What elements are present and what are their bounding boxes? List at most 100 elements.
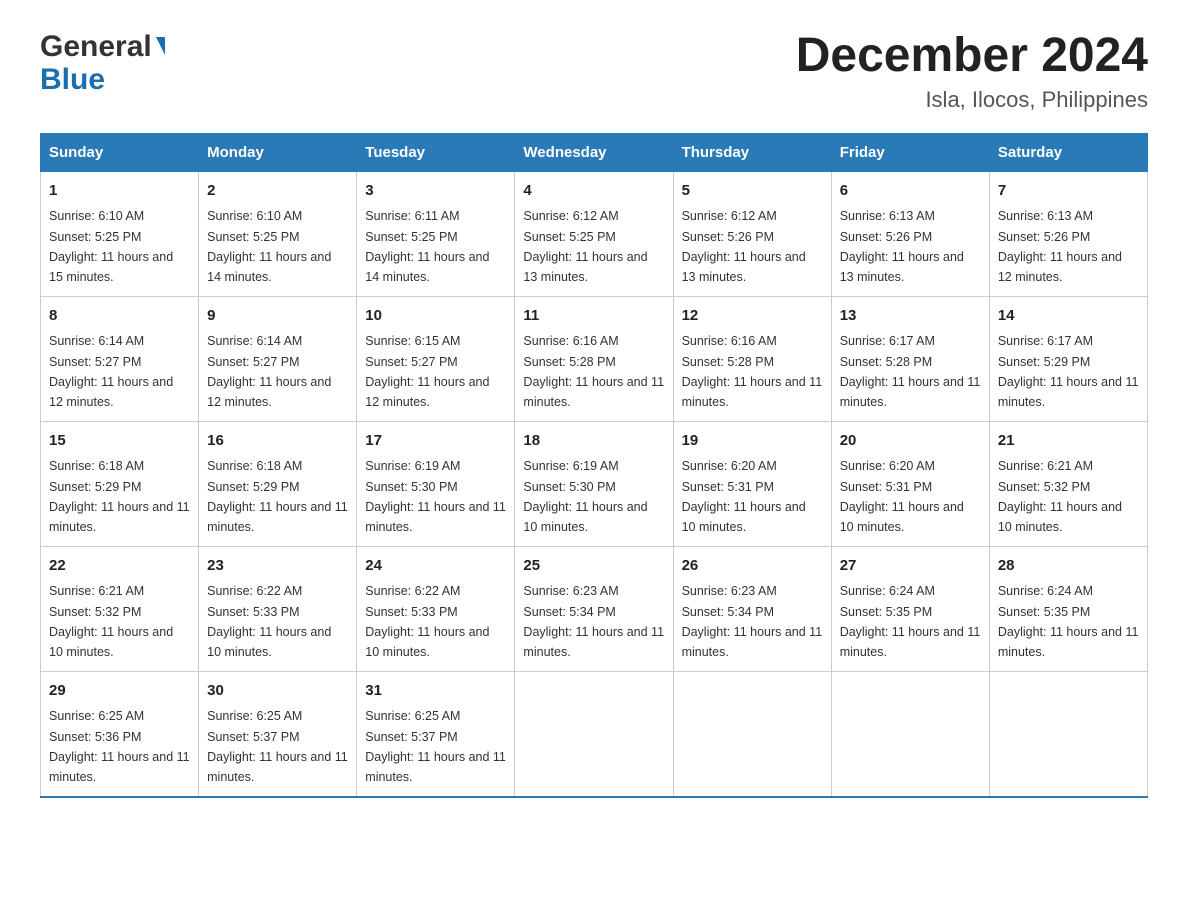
cell-info: Sunrise: 6:13 AMSunset: 5:26 PMDaylight:… [840, 209, 964, 284]
day-number: 8 [49, 305, 190, 328]
day-number: 23 [207, 555, 348, 578]
day-number: 11 [523, 305, 664, 328]
calendar-cell: 23 Sunrise: 6:22 AMSunset: 5:33 PMDaylig… [199, 546, 357, 671]
calendar-cell: 31 Sunrise: 6:25 AMSunset: 5:37 PMDaylig… [357, 671, 515, 797]
calendar-cell: 20 Sunrise: 6:20 AMSunset: 5:31 PMDaylig… [831, 421, 989, 546]
day-number: 29 [49, 680, 190, 703]
calendar-cell: 27 Sunrise: 6:24 AMSunset: 5:35 PMDaylig… [831, 546, 989, 671]
day-number: 20 [840, 430, 981, 453]
calendar-cell: 24 Sunrise: 6:22 AMSunset: 5:33 PMDaylig… [357, 546, 515, 671]
day-number: 25 [523, 555, 664, 578]
calendar-cell: 21 Sunrise: 6:21 AMSunset: 5:32 PMDaylig… [989, 421, 1147, 546]
cell-info: Sunrise: 6:17 AMSunset: 5:29 PMDaylight:… [998, 334, 1139, 409]
calendar-cell: 14 Sunrise: 6:17 AMSunset: 5:29 PMDaylig… [989, 296, 1147, 421]
day-number: 13 [840, 305, 981, 328]
calendar-table: SundayMondayTuesdayWednesdayThursdayFrid… [40, 133, 1148, 798]
month-year-title: December 2024 [796, 30, 1148, 83]
calendar-cell: 2 Sunrise: 6:10 AMSunset: 5:25 PMDayligh… [199, 171, 357, 296]
calendar-header-friday: Friday [831, 133, 989, 171]
calendar-cell: 11 Sunrise: 6:16 AMSunset: 5:28 PMDaylig… [515, 296, 673, 421]
cell-info: Sunrise: 6:24 AMSunset: 5:35 PMDaylight:… [840, 584, 981, 659]
calendar-week-row: 15 Sunrise: 6:18 AMSunset: 5:29 PMDaylig… [41, 421, 1148, 546]
day-number: 15 [49, 430, 190, 453]
cell-info: Sunrise: 6:22 AMSunset: 5:33 PMDaylight:… [365, 584, 489, 659]
day-number: 19 [682, 430, 823, 453]
cell-info: Sunrise: 6:21 AMSunset: 5:32 PMDaylight:… [998, 459, 1122, 534]
cell-info: Sunrise: 6:25 AMSunset: 5:36 PMDaylight:… [49, 709, 190, 784]
cell-info: Sunrise: 6:14 AMSunset: 5:27 PMDaylight:… [49, 334, 173, 409]
calendar-cell: 9 Sunrise: 6:14 AMSunset: 5:27 PMDayligh… [199, 296, 357, 421]
day-number: 4 [523, 180, 664, 203]
day-number: 5 [682, 180, 823, 203]
calendar-cell: 28 Sunrise: 6:24 AMSunset: 5:35 PMDaylig… [989, 546, 1147, 671]
cell-info: Sunrise: 6:11 AMSunset: 5:25 PMDaylight:… [365, 209, 489, 284]
cell-info: Sunrise: 6:23 AMSunset: 5:34 PMDaylight:… [682, 584, 823, 659]
cell-info: Sunrise: 6:17 AMSunset: 5:28 PMDaylight:… [840, 334, 981, 409]
page-header: General Blue December 2024 Isla, Ilocos,… [40, 30, 1148, 113]
calendar-cell: 3 Sunrise: 6:11 AMSunset: 5:25 PMDayligh… [357, 171, 515, 296]
cell-info: Sunrise: 6:10 AMSunset: 5:25 PMDaylight:… [49, 209, 173, 284]
day-number: 26 [682, 555, 823, 578]
calendar-cell: 4 Sunrise: 6:12 AMSunset: 5:25 PMDayligh… [515, 171, 673, 296]
day-number: 12 [682, 305, 823, 328]
cell-info: Sunrise: 6:10 AMSunset: 5:25 PMDaylight:… [207, 209, 331, 284]
day-number: 22 [49, 555, 190, 578]
calendar-week-row: 29 Sunrise: 6:25 AMSunset: 5:36 PMDaylig… [41, 671, 1148, 797]
cell-info: Sunrise: 6:15 AMSunset: 5:27 PMDaylight:… [365, 334, 489, 409]
calendar-cell [831, 671, 989, 797]
cell-info: Sunrise: 6:23 AMSunset: 5:34 PMDaylight:… [523, 584, 664, 659]
cell-info: Sunrise: 6:19 AMSunset: 5:30 PMDaylight:… [365, 459, 506, 534]
calendar-cell: 8 Sunrise: 6:14 AMSunset: 5:27 PMDayligh… [41, 296, 199, 421]
day-number: 1 [49, 180, 190, 203]
day-number: 31 [365, 680, 506, 703]
calendar-cell: 15 Sunrise: 6:18 AMSunset: 5:29 PMDaylig… [41, 421, 199, 546]
calendar-cell: 6 Sunrise: 6:13 AMSunset: 5:26 PMDayligh… [831, 171, 989, 296]
calendar-cell: 30 Sunrise: 6:25 AMSunset: 5:37 PMDaylig… [199, 671, 357, 797]
logo-general-text: General [40, 30, 152, 65]
day-number: 2 [207, 180, 348, 203]
cell-info: Sunrise: 6:19 AMSunset: 5:30 PMDaylight:… [523, 459, 647, 534]
calendar-cell: 18 Sunrise: 6:19 AMSunset: 5:30 PMDaylig… [515, 421, 673, 546]
day-number: 30 [207, 680, 348, 703]
day-number: 14 [998, 305, 1139, 328]
calendar-header-monday: Monday [199, 133, 357, 171]
calendar-cell: 19 Sunrise: 6:20 AMSunset: 5:31 PMDaylig… [673, 421, 831, 546]
calendar-cell: 26 Sunrise: 6:23 AMSunset: 5:34 PMDaylig… [673, 546, 831, 671]
calendar-cell: 13 Sunrise: 6:17 AMSunset: 5:28 PMDaylig… [831, 296, 989, 421]
calendar-header-wednesday: Wednesday [515, 133, 673, 171]
calendar-cell [515, 671, 673, 797]
calendar-cell: 7 Sunrise: 6:13 AMSunset: 5:26 PMDayligh… [989, 171, 1147, 296]
calendar-cell: 29 Sunrise: 6:25 AMSunset: 5:36 PMDaylig… [41, 671, 199, 797]
calendar-header-row: SundayMondayTuesdayWednesdayThursdayFrid… [41, 133, 1148, 171]
day-number: 17 [365, 430, 506, 453]
day-number: 24 [365, 555, 506, 578]
calendar-cell: 5 Sunrise: 6:12 AMSunset: 5:26 PMDayligh… [673, 171, 831, 296]
day-number: 3 [365, 180, 506, 203]
calendar-cell [673, 671, 831, 797]
day-number: 7 [998, 180, 1139, 203]
cell-info: Sunrise: 6:18 AMSunset: 5:29 PMDaylight:… [49, 459, 190, 534]
cell-info: Sunrise: 6:16 AMSunset: 5:28 PMDaylight:… [523, 334, 664, 409]
cell-info: Sunrise: 6:21 AMSunset: 5:32 PMDaylight:… [49, 584, 173, 659]
calendar-header-tuesday: Tuesday [357, 133, 515, 171]
location-title: Isla, Ilocos, Philippines [796, 87, 1148, 113]
calendar-cell: 17 Sunrise: 6:19 AMSunset: 5:30 PMDaylig… [357, 421, 515, 546]
day-number: 16 [207, 430, 348, 453]
cell-info: Sunrise: 6:16 AMSunset: 5:28 PMDaylight:… [682, 334, 823, 409]
calendar-cell: 25 Sunrise: 6:23 AMSunset: 5:34 PMDaylig… [515, 546, 673, 671]
cell-info: Sunrise: 6:22 AMSunset: 5:33 PMDaylight:… [207, 584, 331, 659]
cell-info: Sunrise: 6:24 AMSunset: 5:35 PMDaylight:… [998, 584, 1139, 659]
calendar-header-sunday: Sunday [41, 133, 199, 171]
logo: General Blue [40, 30, 165, 97]
calendar-cell: 22 Sunrise: 6:21 AMSunset: 5:32 PMDaylig… [41, 546, 199, 671]
calendar-cell: 16 Sunrise: 6:18 AMSunset: 5:29 PMDaylig… [199, 421, 357, 546]
cell-info: Sunrise: 6:13 AMSunset: 5:26 PMDaylight:… [998, 209, 1122, 284]
day-number: 6 [840, 180, 981, 203]
day-number: 21 [998, 430, 1139, 453]
cell-info: Sunrise: 6:12 AMSunset: 5:26 PMDaylight:… [682, 209, 806, 284]
calendar-week-row: 1 Sunrise: 6:10 AMSunset: 5:25 PMDayligh… [41, 171, 1148, 296]
cell-info: Sunrise: 6:12 AMSunset: 5:25 PMDaylight:… [523, 209, 647, 284]
calendar-header-saturday: Saturday [989, 133, 1147, 171]
cell-info: Sunrise: 6:14 AMSunset: 5:27 PMDaylight:… [207, 334, 331, 409]
logo-arrow-icon [156, 37, 165, 55]
